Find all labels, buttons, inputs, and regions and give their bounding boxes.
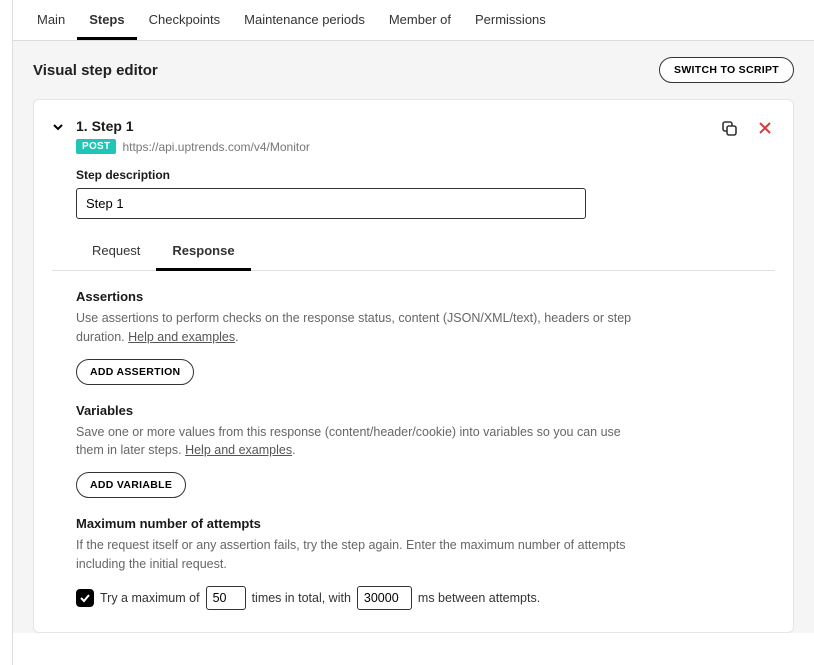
assertions-title: Assertions	[76, 289, 775, 304]
collapse-icon[interactable]	[52, 121, 66, 136]
variables-title: Variables	[76, 403, 775, 418]
tab-member-of[interactable]: Member of	[377, 0, 463, 40]
variables-desc: Save one or more values from this respon…	[76, 423, 636, 461]
attempts-label-1: Try a maximum of	[100, 591, 200, 605]
assertions-desc: Use assertions to perform checks on the …	[76, 309, 636, 347]
attempts-title: Maximum number of attempts	[76, 516, 775, 531]
step-actions	[719, 118, 775, 138]
tab-permissions[interactable]: Permissions	[463, 0, 558, 40]
step-url: https://api.uptrends.com/v4/Monitor	[122, 140, 309, 154]
duplicate-icon[interactable]	[719, 118, 739, 138]
delete-icon[interactable]	[755, 118, 775, 138]
tab-maintenance[interactable]: Maintenance periods	[232, 0, 377, 40]
step-header: 1. Step 1 POST https://api.uptrends.com/…	[52, 118, 775, 154]
add-assertion-button[interactable]: ADD ASSERTION	[76, 359, 194, 385]
method-badge: POST	[76, 139, 116, 154]
attempts-ms-input[interactable]	[357, 586, 412, 610]
subtab-request[interactable]: Request	[76, 233, 156, 271]
attempts-label-3: ms between attempts.	[418, 591, 540, 605]
assertions-help-link[interactable]: Help and examples	[128, 330, 235, 344]
attempts-row: Try a maximum of times in total, with ms…	[76, 586, 775, 610]
step-title: 1. Step 1	[76, 118, 310, 134]
tab-main[interactable]: Main	[25, 0, 77, 40]
attempts-label-2: times in total, with	[252, 591, 351, 605]
step-info: 1. Step 1 POST https://api.uptrends.com/…	[76, 118, 310, 154]
page-container: Main Steps Checkpoints Maintenance perio…	[12, 0, 814, 665]
attempts-checkbox[interactable]	[76, 589, 94, 607]
step-description-label: Step description	[76, 168, 775, 182]
variables-block: Variables Save one or more values from t…	[76, 403, 775, 499]
subtab-response[interactable]: Response	[156, 233, 250, 271]
attempts-block: Maximum number of attempts If the reques…	[76, 516, 775, 610]
switch-to-script-button[interactable]: SWITCH TO SCRIPT	[659, 57, 794, 83]
editor-title: Visual step editor	[33, 62, 158, 79]
attempts-times-input[interactable]	[206, 586, 246, 610]
add-variable-button[interactable]: ADD VARIABLE	[76, 472, 186, 498]
editor-section: Visual step editor SWITCH TO SCRIPT 1. S…	[13, 41, 814, 633]
assertions-block: Assertions Use assertions to perform che…	[76, 289, 775, 385]
step-url-row: POST https://api.uptrends.com/v4/Monitor	[76, 139, 310, 154]
step-description-field: Step description	[76, 168, 775, 219]
variables-help-link[interactable]: Help and examples	[185, 443, 292, 457]
tab-steps[interactable]: Steps	[77, 0, 136, 40]
tab-checkpoints[interactable]: Checkpoints	[137, 0, 233, 40]
step-card: 1. Step 1 POST https://api.uptrends.com/…	[33, 99, 794, 633]
sub-tabs: Request Response	[52, 233, 775, 271]
nav-tabs: Main Steps Checkpoints Maintenance perio…	[13, 0, 814, 41]
attempts-desc: If the request itself or any assertion f…	[76, 536, 636, 574]
editor-header: Visual step editor SWITCH TO SCRIPT	[13, 41, 814, 99]
step-description-input[interactable]	[76, 188, 586, 219]
step-header-left: 1. Step 1 POST https://api.uptrends.com/…	[52, 118, 310, 154]
